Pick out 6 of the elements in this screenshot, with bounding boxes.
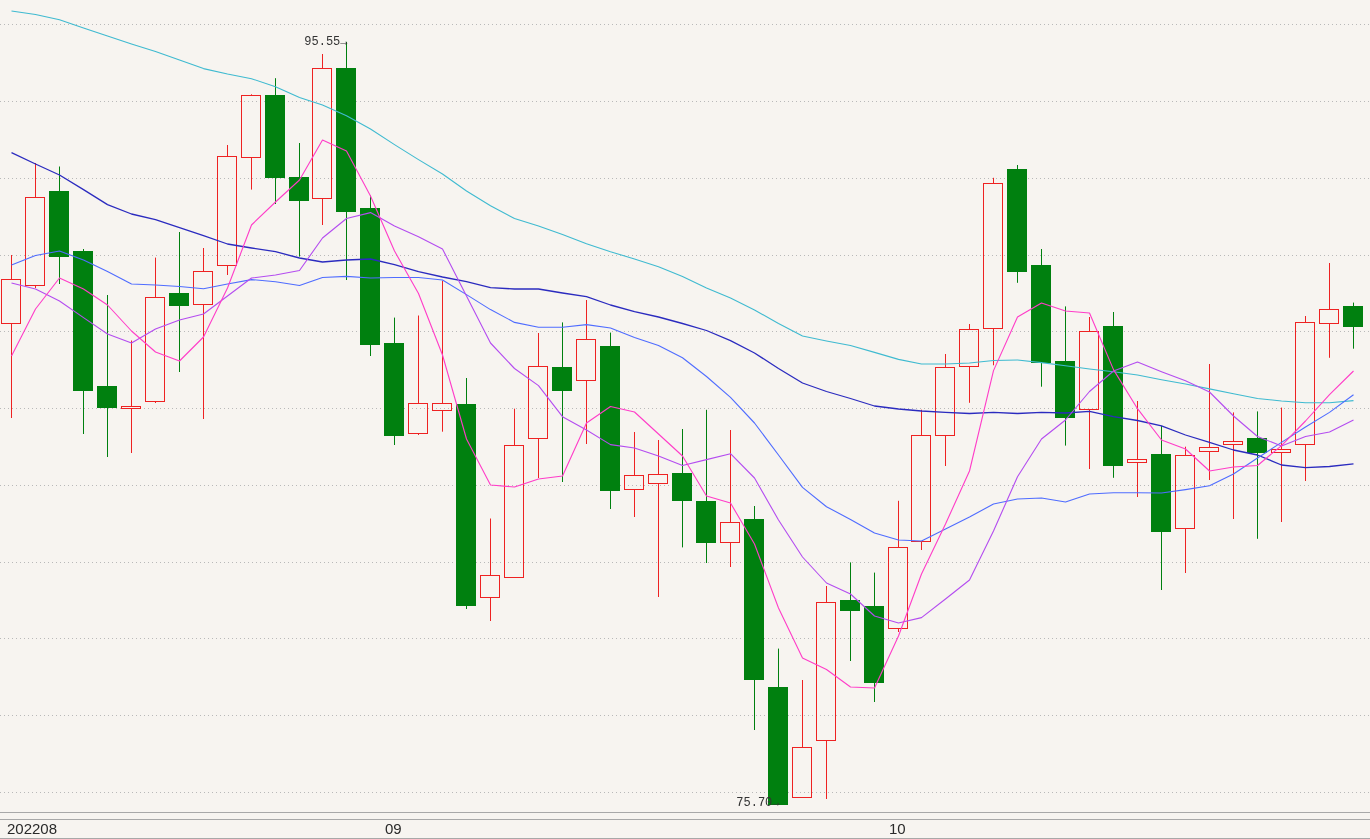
x-axis-label: 09 xyxy=(385,820,402,838)
x-axis-label: 202208 xyxy=(7,820,58,838)
candlestick xyxy=(1343,302,1363,350)
price-label: 75.70→ xyxy=(736,796,780,811)
price-label: 95.55→ xyxy=(304,34,348,49)
x-axis-label: 10 xyxy=(889,820,906,838)
